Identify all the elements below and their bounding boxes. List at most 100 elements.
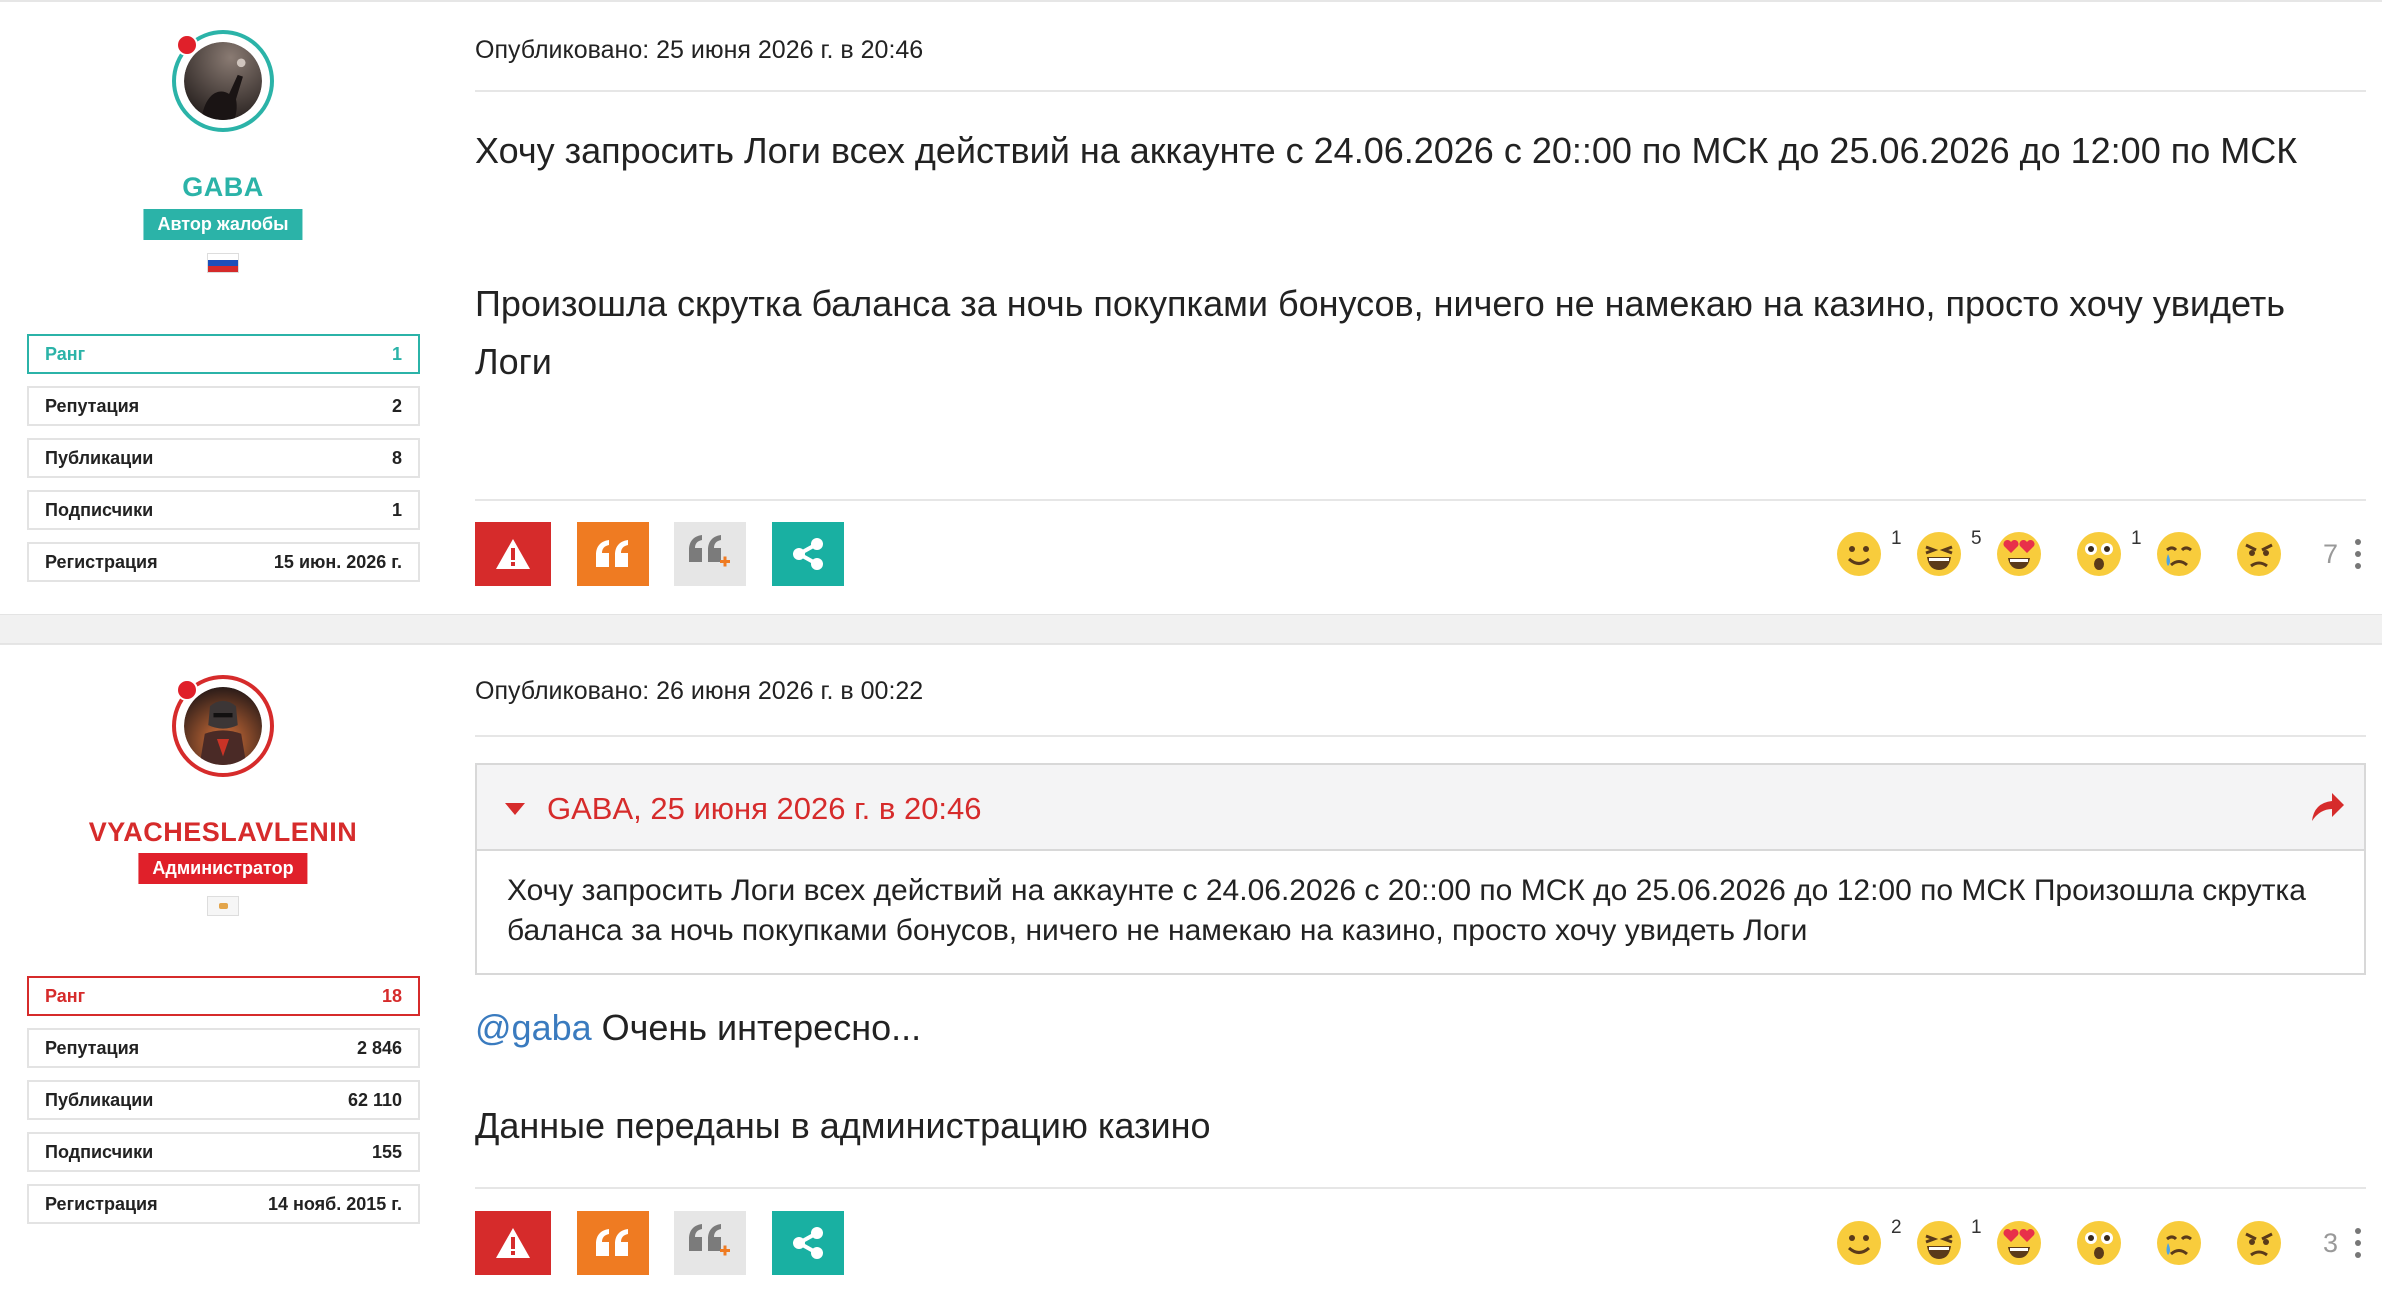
reaction-total[interactable]: 7 — [2323, 539, 2338, 570]
reaction-count: 5 — [1970, 528, 1982, 549]
cry-icon — [2156, 532, 2201, 576]
avatar[interactable] — [172, 30, 274, 132]
post-actions: 1 5 1 7 — [475, 522, 2366, 586]
reaction-total[interactable]: 3 — [2323, 1228, 2338, 1259]
author-name[interactable]: GABA — [0, 172, 446, 203]
online-indicator — [176, 679, 198, 701]
stat-posts: Публикации 62 110 — [27, 1080, 420, 1120]
reaction-angry[interactable] — [2235, 1211, 2315, 1275]
post-content: Опубликовано: 26 июня 2026 г. в 00:22 GA… — [475, 645, 2366, 1302]
stat-registration: Регистрация 15 июн. 2026 г. — [27, 542, 420, 582]
share-icon — [793, 1227, 823, 1259]
smile-icon — [1836, 532, 1881, 576]
stat-value: 15 июн. 2026 г. — [273, 551, 402, 572]
reaction-smile[interactable]: 2 — [1835, 1211, 1915, 1275]
author-role-badge: Автор жалобы — [143, 209, 303, 240]
stat-followers: Подписчики 155 — [27, 1132, 420, 1172]
quote-button[interactable] — [577, 1211, 649, 1275]
stat-label: Публикации — [45, 447, 154, 468]
divider — [475, 735, 2366, 737]
author-panel: VYACHESLAVLENIN Администратор Ранг 18 Ре… — [0, 645, 446, 1302]
reaction-love[interactable] — [1995, 522, 2075, 586]
more-options-icon[interactable] — [2354, 539, 2362, 569]
reaction-laugh[interactable]: 5 — [1915, 522, 1995, 586]
author-stats: Ранг 1 Репутация 2 Публикации 8 Подписчи… — [27, 334, 420, 594]
stat-label: Регистрация — [45, 551, 158, 572]
report-button[interactable] — [475, 522, 551, 586]
stat-rank: Ранг 1 — [27, 334, 420, 374]
reactions-bar: 1 5 1 7 — [1835, 522, 2366, 586]
stat-label: Подписчики — [45, 499, 154, 520]
smile-icon — [1836, 1221, 1881, 1265]
quote-block: GABA, 25 июня 2026 г. в 20:46 Хочу запро… — [475, 763, 2366, 975]
post-gaba: GABA Автор жалобы Ранг 1 Репутация 2 Пуб… — [0, 0, 2382, 614]
stat-reputation: Репутация 2 846 — [27, 1028, 420, 1068]
stat-value: 18 — [381, 985, 402, 1006]
stat-rank: Ранг 18 — [27, 976, 420, 1016]
quote-text: Хочу запросить Логи всех действий на акк… — [507, 874, 2306, 947]
reaction-count: 1 — [2130, 528, 2142, 549]
quote-button[interactable] — [577, 522, 649, 586]
more-options-icon[interactable] — [2354, 1228, 2362, 1258]
reaction-count: 1 — [1890, 528, 1902, 549]
post-vyacheslavlenin: VYACHESLAVLENIN Администратор Ранг 18 Ре… — [0, 644, 2382, 1302]
post-date[interactable]: Опубликовано: 26 июня 2026 г. в 00:22 — [475, 677, 923, 706]
multiquote-button[interactable] — [674, 1211, 746, 1275]
divider — [475, 90, 2366, 92]
angry-icon — [2236, 532, 2281, 576]
stat-label: Репутация — [45, 395, 140, 416]
stat-label: Подписчики — [45, 1141, 154, 1162]
post-paragraph: @gaba Очень интересно... — [475, 999, 2366, 1057]
quote-citation[interactable]: GABA, 25 июня 2026 г. в 20:46 — [547, 791, 982, 827]
post-paragraph: Произошла скрутка баланса за ночь покупк… — [475, 283, 2286, 382]
avatar[interactable] — [172, 675, 274, 777]
reaction-sad[interactable] — [2155, 522, 2235, 586]
multiquote-plus-icon — [689, 1224, 730, 1256]
share-button[interactable] — [772, 1211, 844, 1275]
reaction-count: 2 — [1890, 1217, 1902, 1238]
stat-value: 1 — [391, 499, 402, 520]
author-stats: Ранг 18 Репутация 2 846 Публикации 62 11… — [27, 976, 420, 1236]
post-paragraph: Хочу запросить Логи всех действий на акк… — [475, 130, 2298, 171]
author-name[interactable]: VYACHESLAVLENIN — [0, 817, 446, 848]
warning-icon — [496, 539, 530, 569]
share-button[interactable] — [772, 522, 844, 586]
reaction-smile[interactable]: 1 — [1835, 522, 1915, 586]
collapse-caret-icon[interactable] — [505, 803, 525, 815]
stat-value: 155 — [371, 1141, 402, 1162]
post-actions: 2 1 3 — [475, 1211, 2366, 1275]
stat-label: Публикации — [45, 1089, 154, 1110]
reaction-love[interactable] — [1995, 1211, 2075, 1275]
quote-icon — [596, 1229, 628, 1256]
reaction-wow[interactable] — [2075, 1211, 2155, 1275]
reaction-count: 1 — [1970, 1217, 1982, 1238]
online-indicator — [176, 34, 198, 56]
author-panel: GABA Автор жалобы Ранг 1 Репутация 2 Пуб… — [0, 2, 446, 614]
surprised-icon — [2076, 532, 2121, 576]
stat-label: Регистрация — [45, 1193, 158, 1214]
stat-followers: Подписчики 1 — [27, 490, 420, 530]
stat-posts: Публикации 8 — [27, 438, 420, 478]
quote-icon — [596, 540, 628, 567]
reaction-wow[interactable]: 1 — [2075, 522, 2155, 586]
quote-header[interactable]: GABA, 25 июня 2026 г. в 20:46 — [477, 765, 2364, 851]
ru-flag-icon — [207, 253, 239, 273]
reaction-sad[interactable] — [2155, 1211, 2235, 1275]
reaction-angry[interactable] — [2235, 522, 2315, 586]
go-to-quoted-post-icon[interactable] — [2308, 789, 2346, 825]
post-date[interactable]: Опубликовано: 25 июня 2026 г. в 20:46 — [475, 36, 923, 65]
stat-label: Ранг — [45, 343, 86, 364]
laugh-icon — [1916, 1221, 1961, 1265]
multiquote-button[interactable] — [674, 522, 746, 586]
stat-value: 2 — [391, 395, 402, 416]
post-paragraph: Данные переданы в администрацию казино — [475, 1105, 1211, 1146]
reaction-laugh[interactable]: 1 — [1915, 1211, 1995, 1275]
divider — [475, 1187, 2366, 1189]
stat-value: 8 — [391, 447, 402, 468]
post-separator — [0, 614, 2382, 644]
author-role-badge: Администратор — [138, 853, 308, 884]
post-content: Опубликовано: 25 июня 2026 г. в 20:46 Хо… — [475, 2, 2366, 614]
user-mention-link[interactable]: @gaba — [475, 1007, 592, 1048]
report-button[interactable] — [475, 1211, 551, 1275]
stat-value: 14 нояб. 2015 г. — [267, 1193, 402, 1214]
